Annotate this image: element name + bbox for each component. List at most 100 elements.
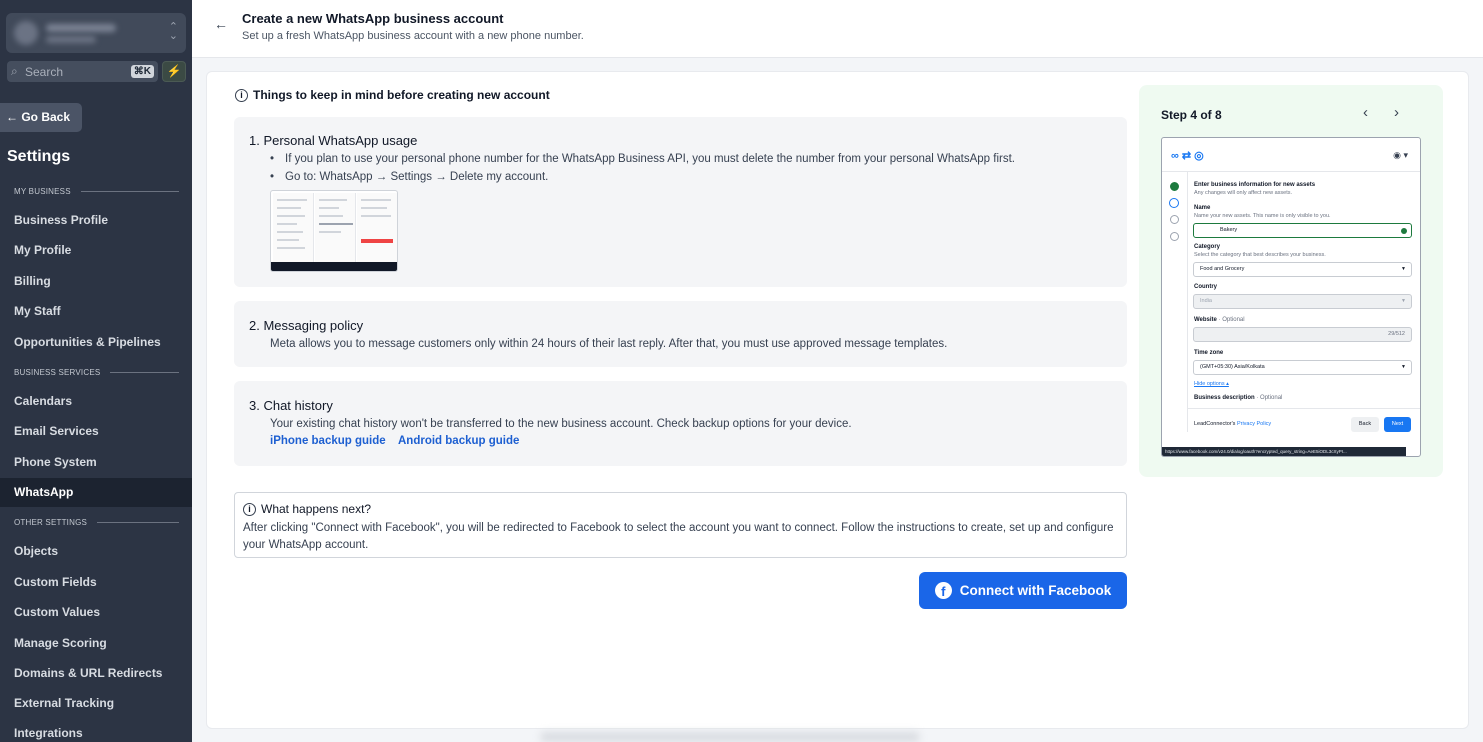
shot-footer-text: LeadConnector's — [1194, 421, 1236, 427]
step-pending-icon — [1170, 215, 1179, 224]
sidebar-item-integrations[interactable]: Integrations — [0, 719, 192, 742]
shot-name-field: Bakery — [1193, 223, 1412, 238]
iphone-backup-link[interactable]: iPhone backup guide — [270, 435, 386, 447]
account-switcher[interactable]: ⌃ ⌄ — [6, 13, 186, 53]
next-step-chevron-icon[interactable]: › — [1394, 104, 1399, 121]
scroll-shadow — [540, 732, 920, 742]
shot-heading-sub: Any changes will only affect new assets. — [1194, 190, 1293, 196]
shot-name-hint: Name your new assets. This name is only … — [1194, 213, 1331, 219]
android-backup-link[interactable]: Android backup guide — [398, 435, 519, 447]
shot-footer: LeadConnector's Privacy Policy — [1194, 421, 1271, 427]
step-pending-icon — [1170, 232, 1179, 241]
page-subtitle: Set up a fresh WhatsApp business account… — [242, 30, 584, 42]
sidebar: ⌃ ⌄ ⌕ Search ⌘K ⚡ ← Go Back Settings MY B… — [0, 0, 192, 742]
divider — [1188, 408, 1420, 409]
connect-with-facebook-button[interactable]: f Connect with Facebook — [919, 572, 1127, 609]
sidebar-item-whatsapp[interactable]: WhatsApp — [0, 478, 192, 507]
shot-timezone-field: (GMT+05:30) Asia/Kolkata ▼ — [1193, 360, 1412, 375]
shot-back-button: Back — [1351, 417, 1379, 432]
dropdown-icon: ▼ — [1401, 266, 1406, 272]
facebook-icon: f — [934, 582, 952, 599]
things-heading-text: Things to keep in mind before creating n… — [253, 88, 550, 102]
sidebar-item-email-services[interactable]: Email Services — [0, 417, 192, 446]
what-happens-next-box: i What happens next? After clicking "Con… — [234, 492, 1127, 558]
shot-name-label: Name — [1194, 205, 1211, 211]
info-icon: i — [243, 502, 256, 516]
shot-desc-label-text: Business description — [1194, 395, 1255, 401]
what-happens-next-title: i What happens next? — [243, 502, 371, 516]
shot-website-label-text: Website — [1194, 317, 1217, 323]
personal-usage-block: 1. Personal WhatsApp usage • If you plan… — [234, 117, 1127, 287]
facebook-setup-screenshot: ∞ ⇄ ◎ ◉ ▾ Enter business information for… — [1161, 137, 1421, 457]
shot-category-label: Category — [1194, 244, 1221, 250]
sidebar-item-domains[interactable]: Domains & URL Redirects — [0, 659, 192, 688]
connect-button-label: Connect with Facebook — [959, 583, 1112, 598]
step-indicator: Step 4 of 8 — [1161, 108, 1222, 122]
what-happens-next-title-text: What happens next? — [261, 502, 372, 516]
personal-usage-bullet-1: If you plan to use your personal phone n… — [285, 153, 1015, 165]
search-input[interactable]: ⌕ Search ⌘K — [7, 61, 158, 82]
search-shortcut: ⌘K — [130, 65, 154, 78]
shot-hide-options-link: Hide options ▴ — [1194, 381, 1229, 387]
shot-heading: Enter business information for new asset… — [1194, 182, 1316, 188]
messaging-policy-block: 2. Messaging policy Meta allows you to m… — [234, 301, 1127, 367]
shot-privacy-link: Privacy Policy — [1236, 421, 1272, 427]
account-avatar — [14, 21, 38, 45]
sidebar-item-business-profile[interactable]: Business Profile — [0, 206, 192, 235]
chat-history-text: Your existing chat history won't be tran… — [270, 418, 852, 430]
globe-icon: ◉ ▾ — [1393, 150, 1408, 160]
previous-step-chevron-icon[interactable]: ‹ — [1363, 104, 1368, 121]
quick-action-bolt-icon[interactable]: ⚡ — [162, 61, 186, 82]
screenshot-steps-column — [1162, 172, 1188, 432]
sidebar-item-opportunities[interactable]: Opportunities & Pipelines — [0, 328, 192, 357]
shot-next-button: Next — [1384, 417, 1411, 432]
sidebar-item-my-profile[interactable]: My Profile — [0, 236, 192, 265]
shot-country-field: India ▼ — [1193, 294, 1412, 309]
dropdown-icon: ▼ — [1401, 298, 1406, 304]
bullet-dot: • — [270, 153, 275, 165]
messaging-policy-title: 2. Messaging policy — [249, 318, 364, 333]
shot-category-value: Food and Grocery — [1200, 266, 1245, 272]
meta-logo-icon: ∞ ⇄ ◎ — [1171, 150, 1204, 162]
shot-timezone-value: (GMT+05:30) Asia/Kolkata — [1200, 364, 1265, 370]
what-happens-next-text: After clicking "Connect with Facebook", … — [243, 522, 1114, 551]
settings-title: Settings — [7, 148, 71, 165]
sidebar-item-phone-system[interactable]: Phone System — [0, 448, 192, 477]
delete-account-steps-image — [270, 190, 398, 272]
sidebar-item-calendars[interactable]: Calendars — [0, 387, 192, 416]
dropdown-icon: ▼ — [1401, 364, 1406, 370]
messaging-policy-text: Meta allows you to message customers onl… — [270, 338, 948, 350]
chat-history-title: 3. Chat history — [249, 398, 333, 413]
shot-category-hint: Select the category that best describes … — [1194, 252, 1326, 258]
sidebar-item-external-tracking[interactable]: External Tracking — [0, 689, 192, 718]
shot-url-bar: https://www.facebook.com/v24.0/dialog/oa… — [1162, 447, 1406, 456]
sidebar-item-objects[interactable]: Objects — [0, 537, 192, 566]
check-icon — [1401, 228, 1407, 234]
go-back-button[interactable]: ← Go Back — [0, 103, 82, 132]
shot-website-field: 29/512 — [1193, 327, 1412, 342]
section-other-settings: OTHER SETTINGS — [14, 518, 179, 527]
search-placeholder: Search — [25, 64, 64, 79]
sidebar-item-my-staff[interactable]: My Staff — [0, 297, 192, 326]
shot-desc-optional: · Optional — [1256, 395, 1283, 401]
bullet-dot: • — [270, 171, 275, 183]
info-icon: i — [235, 88, 248, 102]
page-title: Create a new WhatsApp business account — [242, 11, 504, 26]
sidebar-item-custom-values[interactable]: Custom Values — [0, 598, 192, 627]
shot-country-label: Country — [1194, 284, 1217, 290]
page-header: ← Create a new WhatsApp business account… — [192, 0, 1483, 58]
sidebar-item-manage-scoring[interactable]: Manage Scoring — [0, 629, 192, 658]
section-my-business: MY BUSINESS — [14, 187, 179, 196]
things-heading: i Things to keep in mind before creating… — [235, 88, 550, 102]
sidebar-item-custom-fields[interactable]: Custom Fields — [0, 568, 192, 597]
account-location-blurred — [46, 36, 96, 43]
chevron-up-down-icon: ⌃ ⌄ — [168, 21, 178, 42]
sidebar-item-billing[interactable]: Billing — [0, 267, 192, 296]
back-arrow-icon[interactable]: ← — [214, 16, 228, 32]
main-card: i Things to keep in mind before creating… — [206, 71, 1469, 729]
shot-website-count: 29/512 — [1388, 331, 1405, 337]
personal-usage-bullet-2: Go to: WhatsApp → Settings → Delete my a… — [285, 171, 549, 183]
step-current-icon — [1169, 198, 1179, 208]
shot-website-optional: · Optional — [1218, 317, 1245, 323]
search-icon: ⌕ — [11, 64, 18, 78]
